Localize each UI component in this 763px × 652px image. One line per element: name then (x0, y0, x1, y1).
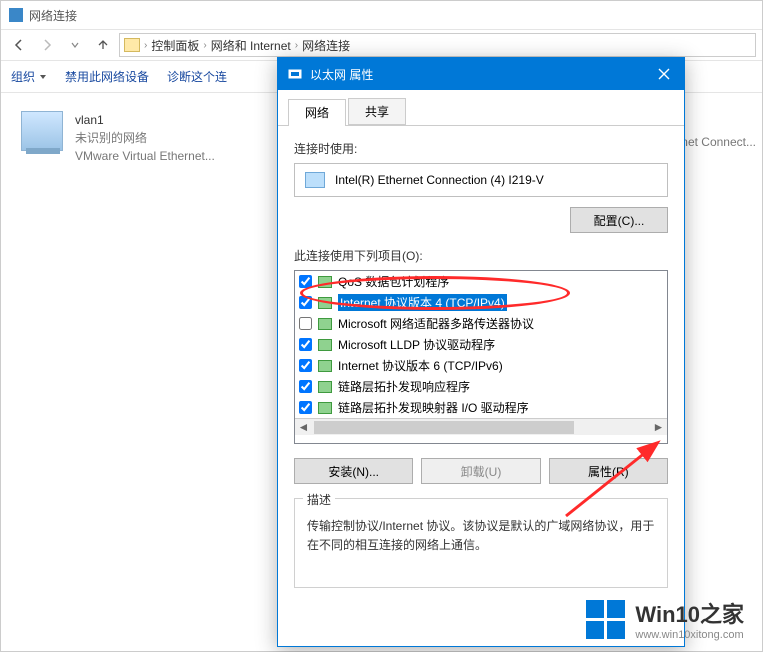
crumb-control-panel[interactable]: 控制面板 (151, 37, 199, 54)
dialog-title: 以太网 属性 (310, 66, 373, 83)
item-label: 链路层拓扑发现映射器 I/O 驱动程序 (338, 399, 529, 416)
watermark-url: www.win10xitong.com (635, 629, 744, 641)
crumb-network-internet[interactable]: 网络和 Internet (211, 37, 291, 54)
list-item[interactable]: Microsoft 网络适配器多路传送器协议 (295, 313, 668, 334)
description-legend: 描述 (303, 491, 335, 508)
close-button[interactable] (644, 58, 684, 90)
list-item[interactable]: Internet 协议版本 4 (TCP/IPv4) (295, 292, 668, 313)
watermark: Win10之家 www.win10xitong.com (586, 597, 744, 641)
protocol-icon (318, 276, 332, 288)
item-checkbox[interactable] (299, 317, 312, 330)
configure-button[interactable]: 配置(C)... (570, 207, 668, 233)
list-item[interactable]: QoS 数据包计划程序 (295, 271, 668, 292)
protocol-icon (318, 339, 332, 351)
item-checkbox[interactable] (299, 296, 312, 309)
protocol-icon (318, 381, 332, 393)
items-label: 此连接使用下列项目(O): (294, 247, 668, 264)
item-label: 链路层拓扑发现响应程序 (338, 378, 470, 395)
window-titlebar: 网络连接 (1, 1, 762, 29)
item-label: QoS 数据包计划程序 (338, 273, 449, 290)
chevron-right-icon: › (144, 40, 147, 51)
list-item[interactable]: 链路层拓扑发现响应程序 (295, 376, 668, 397)
windows-logo-icon (586, 600, 625, 639)
diagnose-button[interactable]: 诊断这个连 (167, 68, 227, 85)
scroll-left-button[interactable]: ◄ (295, 419, 312, 436)
item-checkbox[interactable] (299, 401, 312, 414)
disable-device-button[interactable]: 禁用此网络设备 (65, 68, 149, 85)
item-checkbox[interactable] (299, 275, 312, 288)
window-title: 网络连接 (29, 7, 77, 24)
scroll-thumb[interactable] (314, 421, 574, 434)
up-button[interactable] (91, 33, 115, 57)
folder-icon (124, 38, 140, 52)
recent-dropdown[interactable] (63, 33, 87, 57)
connection-name: vlan1 (75, 111, 255, 129)
connection-device: VMware Virtual Ethernet... (75, 147, 255, 165)
connection-item-vlan1[interactable]: vlan1 未识别的网络 VMware Virtual Ethernet... (21, 111, 281, 165)
properties-button[interactable]: 属性(R) (549, 458, 668, 484)
network-icon (9, 8, 23, 22)
protocol-icon (318, 402, 332, 414)
crumb-network-connections[interactable]: 网络连接 (302, 37, 350, 54)
organize-menu[interactable]: 组织 (11, 68, 47, 85)
protocol-icon (318, 297, 332, 309)
adapter-icon (288, 67, 302, 81)
breadcrumb[interactable]: › 控制面板 › 网络和 Internet › 网络连接 (119, 33, 756, 57)
back-button[interactable] (7, 33, 31, 57)
item-label: Internet 协议版本 6 (TCP/IPv6) (338, 357, 503, 374)
list-item[interactable]: Microsoft LLDP 协议驱动程序 (295, 334, 668, 355)
tab-sharing[interactable]: 共享 (348, 98, 406, 125)
adapter-name: Intel(R) Ethernet Connection (4) I219-V (335, 173, 544, 187)
horizontal-scrollbar[interactable]: ◄ ► (295, 418, 667, 435)
tab-network[interactable]: 网络 (288, 99, 346, 126)
watermark-title: Win10之家 (635, 597, 744, 629)
nic-icon (305, 172, 325, 188)
connection-status: 未识别的网络 (75, 129, 255, 147)
partial-text: net Connect... (681, 135, 756, 149)
install-button[interactable]: 安装(N)... (294, 458, 413, 484)
chevron-right-icon: › (295, 40, 298, 51)
adapter-box: Intel(R) Ethernet Connection (4) I219-V (294, 163, 668, 197)
description-text: 传输控制协议/Internet 协议。该协议是默认的广域网络协议，用于在不同的相… (307, 517, 655, 555)
dialog-titlebar[interactable]: 以太网 属性 (278, 58, 684, 90)
adapter-icon (21, 111, 63, 151)
list-item[interactable]: Internet 协议版本 6 (TCP/IPv6) (295, 355, 668, 376)
uninstall-button: 卸载(U) (421, 458, 540, 484)
ethernet-properties-dialog: 以太网 属性 网络 共享 连接时使用: Intel(R) Ethernet Co… (277, 57, 685, 647)
item-checkbox[interactable] (299, 338, 312, 351)
network-items-listbox[interactable]: QoS 数据包计划程序 Internet 协议版本 4 (TCP/IPv4) Mic… (294, 270, 668, 444)
protocol-icon (318, 360, 332, 372)
tab-strip: 网络 共享 (278, 90, 684, 126)
item-label: Microsoft 网络适配器多路传送器协议 (338, 315, 534, 332)
item-label: Internet 协议版本 4 (TCP/IPv4) (338, 294, 507, 311)
description-group: 描述 传输控制协议/Internet 协议。该协议是默认的广域网络协议，用于在不… (294, 498, 668, 588)
protocol-icon (318, 318, 332, 330)
dialog-body: 连接时使用: Intel(R) Ethernet Connection (4) … (278, 126, 684, 602)
item-checkbox[interactable] (299, 380, 312, 393)
connect-using-label: 连接时使用: (294, 140, 668, 157)
list-item[interactable]: 链路层拓扑发现映射器 I/O 驱动程序 (295, 397, 668, 418)
scroll-right-button[interactable]: ► (650, 419, 667, 436)
item-label: Microsoft LLDP 协议驱动程序 (338, 336, 495, 353)
chevron-right-icon: › (203, 40, 206, 51)
item-checkbox[interactable] (299, 359, 312, 372)
connection-text: vlan1 未识别的网络 VMware Virtual Ethernet... (75, 111, 255, 165)
forward-button[interactable] (35, 33, 59, 57)
